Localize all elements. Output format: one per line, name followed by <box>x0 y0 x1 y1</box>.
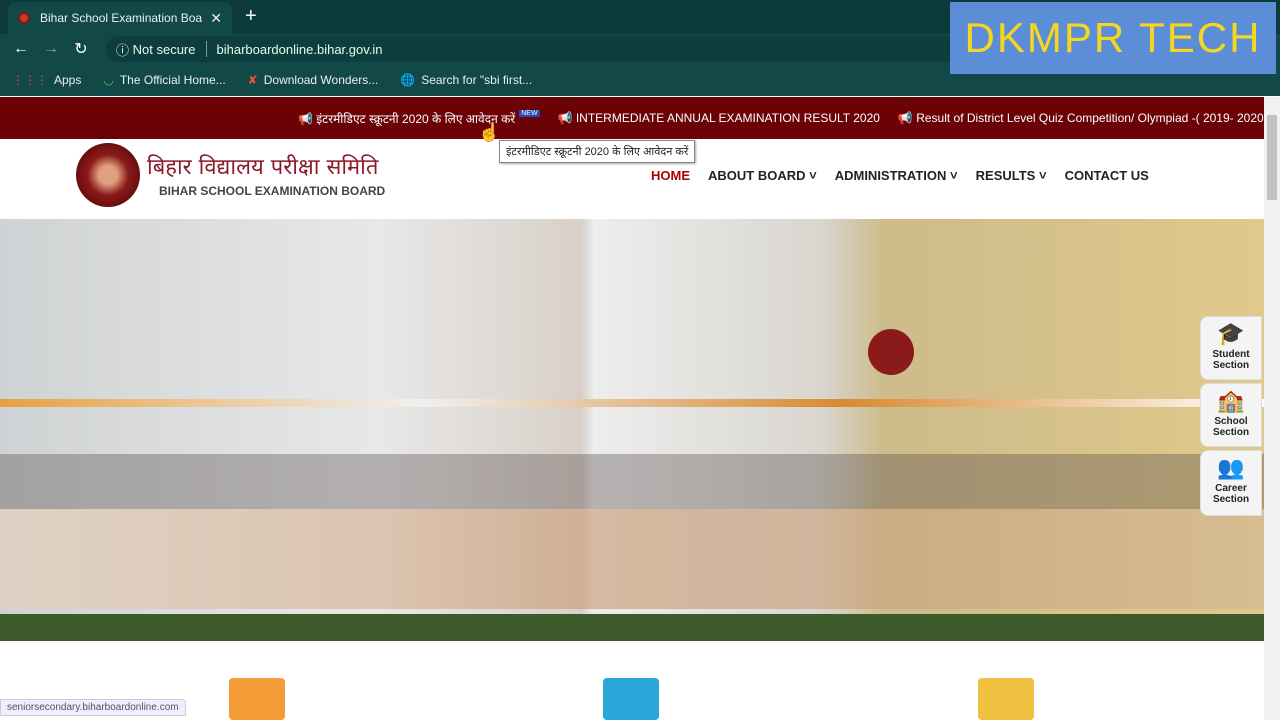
ticker-item[interactable]: 📢 INTERMEDIATE ANNUAL EXAMINATION RESULT… <box>558 111 880 125</box>
tooltip: इंटरमीडिएट स्क्रूटनी 2020 के लिए आवेदन क… <box>499 140 696 163</box>
bookmark-download-wonders[interactable]: ✘ Download Wonders... <box>248 73 379 87</box>
student-section-button[interactable]: 🎓 Student Section <box>1200 316 1262 380</box>
site-title-english: BIHAR SCHOOL EXAMINATION BOARD <box>159 184 386 198</box>
status-bar-url: seniorsecondary.biharboardonline.com <box>0 699 186 716</box>
career-people-icon: 👥 <box>1217 455 1245 480</box>
calendar-icon[interactable] <box>978 678 1034 720</box>
site-title-hindi: बिहार विद्यालय परीक्षा समिति <box>147 155 379 180</box>
security-label: Not secure <box>132 41 196 57</box>
scrollbar-thumb[interactable] <box>1267 115 1277 200</box>
main-nav: HOME ABOUT BOARD ˅ ADMINISTRATION ˅ RESU… <box>651 168 1149 183</box>
browser-tab[interactable]: Bihar School Examination Board ✕ <box>8 2 232 34</box>
hero-slider-image <box>0 219 1264 641</box>
reload-icon[interactable]: ↻ <box>66 39 96 59</box>
bookmark-icon: ◡ <box>103 73 114 87</box>
bookmark-apps[interactable]: ⋮⋮⋮ Apps <box>12 73 81 87</box>
school-section-button[interactable]: 🏫 School Section <box>1200 383 1262 447</box>
url-text[interactable]: biharboardonline.bihar.gov.in <box>217 42 383 57</box>
ticker-item[interactable]: 📢 Result of District Level Quiz Competit… <box>898 111 1264 125</box>
bookmark-search-sbi[interactable]: 🌐 Search for "sbi first... <box>400 73 532 87</box>
hand-cursor-icon: ☝ <box>478 122 501 142</box>
nav-home[interactable]: HOME <box>651 168 690 183</box>
bookmark-official-home[interactable]: ◡ The Official Home... <box>103 73 225 87</box>
bseb-logo[interactable] <box>76 143 140 207</box>
news-ticker: 📢 इंटरमीडिएट स्क्रूटनी 2020 के लिए आवेदन… <box>0 97 1264 139</box>
scrollbar[interactable] <box>1264 97 1280 720</box>
school-building-icon: 🏫 <box>1217 388 1245 413</box>
graduate-icon[interactable] <box>603 678 659 720</box>
back-icon[interactable]: ← <box>6 40 36 58</box>
nav-about-board[interactable]: ABOUT BOARD ˅ <box>708 168 817 183</box>
forward-icon[interactable]: → <box>36 40 66 58</box>
globe-icon: 🌐 <box>400 73 416 87</box>
career-section-button[interactable]: 👥 Career Section <box>1200 450 1262 516</box>
watermark-logo: DKMPR TECH <box>950 2 1276 74</box>
apps-grid-icon: ⋮⋮⋮ <box>12 73 48 87</box>
info-icon[interactable]: ⓘ <box>116 40 133 59</box>
tab-title: Bihar School Examination Board <box>40 11 203 25</box>
book-icon[interactable] <box>229 678 285 720</box>
new-badge: NEW <box>519 109 540 117</box>
close-tab-icon[interactable]: ✕ <box>210 10 222 27</box>
favicon-icon <box>18 12 30 24</box>
graduates-icon: 🎓 <box>1217 321 1245 346</box>
nav-administration[interactable]: ADMINISTRATION ˅ <box>835 168 958 183</box>
nav-contact-us[interactable]: CONTACT US <box>1065 168 1149 183</box>
nav-results[interactable]: RESULTS ˅ <box>976 168 1047 183</box>
new-tab-button[interactable]: + <box>245 5 257 28</box>
ticker-item[interactable]: 📢 इंटरमीडिएट स्क्रूटनी 2020 के लिए आवेदन… <box>298 109 540 127</box>
x-icon: ✘ <box>247 73 258 87</box>
